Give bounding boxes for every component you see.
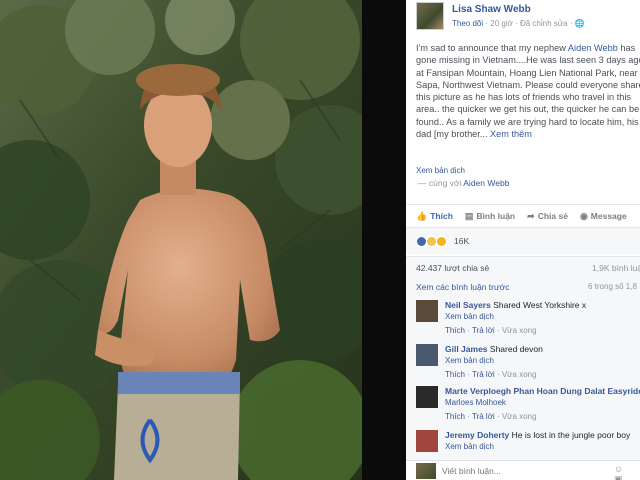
comment-button[interactable]: ▤ Bình luận (465, 211, 515, 222)
share-count-row: 42.437 lượt chia sẻ 1,9K bình luận (406, 256, 640, 278)
comment-actions: Thích · Trả lời · Vừa xong (445, 370, 537, 379)
photo-viewer-gap (362, 0, 406, 480)
comment-input[interactable] (442, 464, 602, 478)
comment-time: Vừa xong (501, 370, 537, 379)
post-actions: 👍 Thích ▤ Bình luận ➦ Chia sẻ ◉ Message (406, 204, 640, 228)
share-icon: ➦ (527, 210, 535, 221)
comment-like-link[interactable]: Thích (445, 370, 465, 379)
comment-text: Shared devon (489, 344, 543, 354)
tagged-name[interactable]: Phan Hoan Dung Dalat Easyrider (514, 386, 640, 396)
comment-item: Marte Verploegh Phan Hoan Dung Dalat Eas… (416, 384, 640, 428)
message-button[interactable]: ◉ Message (580, 211, 627, 222)
comment-text: Shared West Yorkshire x (493, 300, 587, 310)
comment-text: He is lost in the jungle poor boy (511, 430, 631, 440)
comment-time: Vừa xong (501, 326, 537, 335)
tagged-person-link[interactable]: Aiden Webb (463, 178, 509, 188)
comment-reply-link[interactable]: Trả lời (472, 326, 495, 335)
comments-list: Xem các bình luận trước 6 trong số 1,8 N… (406, 278, 640, 480)
share-button[interactable]: ➦ Chia sẻ (527, 211, 568, 222)
tagged-with: — cùng với Aiden Webb (418, 178, 510, 188)
comment-time: Vừa xong (501, 412, 537, 421)
follow-link[interactable]: Theo dõi (452, 19, 483, 28)
emoji-camera-icon[interactable]: ☺ ▣ (614, 464, 640, 480)
comment-item: Neil Sayers Shared West Yorkshire x Xem … (416, 298, 640, 342)
wow-reaction-icon (436, 235, 447, 247)
see-translation-link[interactable]: Xem bản dịch (416, 166, 465, 175)
composer-avatar (416, 463, 436, 479)
comment-icon: ▤ (464, 210, 474, 221)
comment-actions: Thích · Trả lời · Vừa xong (445, 412, 537, 421)
reactions-summary[interactable]: 16K (406, 228, 640, 254)
comment-like-link[interactable]: Thích (445, 412, 465, 421)
post-time: · 20 giờ · Đã chỉnh sửa · (485, 19, 573, 28)
mention-link[interactable]: Aiden Webb (568, 43, 618, 53)
comments-position: 6 trong số 1,8 (588, 282, 637, 291)
comment-item: Gill James Shared devon Xem bản dịch Thí… (416, 342, 640, 386)
like-button[interactable]: 👍 Thích (416, 211, 453, 222)
commenter-avatar[interactable] (416, 300, 438, 322)
commenter-name[interactable]: Neil Sayers (445, 300, 491, 310)
post-text: I'm sad to announce that my nephew Aiden… (416, 43, 640, 140)
messenger-icon: ◉ (579, 210, 588, 221)
view-previous-comments[interactable]: Xem các bình luận trước (416, 282, 509, 292)
post-meta: Theo dõi · 20 giờ · Đã chỉnh sửa · 🌐 (452, 19, 585, 28)
author-avatar[interactable] (416, 2, 444, 30)
reaction-count: 16K (454, 236, 470, 246)
commenter-name[interactable]: Jeremy Doherty (445, 430, 509, 440)
share-count[interactable]: 42.437 lượt chia sẻ (416, 263, 489, 273)
commenter-name[interactable]: Marte Verploegh (445, 386, 511, 396)
commenter-avatar[interactable] (416, 386, 438, 408)
comment-reply-link[interactable]: Trả lời (472, 370, 495, 379)
commenter-avatar[interactable] (416, 430, 438, 452)
author-name[interactable]: Lisa Shaw Webb (452, 4, 531, 15)
globe-icon: 🌐 (574, 19, 585, 28)
post-side-panel: Lisa Shaw Webb Theo dõi · 20 giờ · Đã ch… (406, 0, 640, 480)
comment-tagged-name[interactable]: Marloes Molhoek (445, 398, 506, 407)
comment-actions: Thích · Trả lời · Vừa xong (445, 326, 537, 335)
commenter-avatar[interactable] (416, 344, 438, 366)
see-more-link[interactable]: Xem thêm (490, 129, 532, 139)
comment-like-link[interactable]: Thích (445, 326, 465, 335)
commenter-name[interactable]: Gill James (445, 344, 488, 354)
comment-translate-link[interactable]: Xem bản dịch (445, 442, 494, 451)
comment-translate-link[interactable]: Xem bản dịch (445, 356, 494, 365)
post-photo[interactable] (0, 0, 362, 480)
comment-count[interactable]: 1,9K bình luận (592, 257, 640, 279)
thumbs-up-icon: 👍 (416, 210, 428, 221)
post-header: Lisa Shaw Webb Theo dõi · 20 giờ · Đã ch… (416, 2, 640, 30)
comment-translate-link[interactable]: Xem bản dịch (445, 312, 494, 321)
comment-reply-link[interactable]: Trả lời (472, 412, 495, 421)
comment-composer: ☺ ▣ (406, 460, 640, 480)
